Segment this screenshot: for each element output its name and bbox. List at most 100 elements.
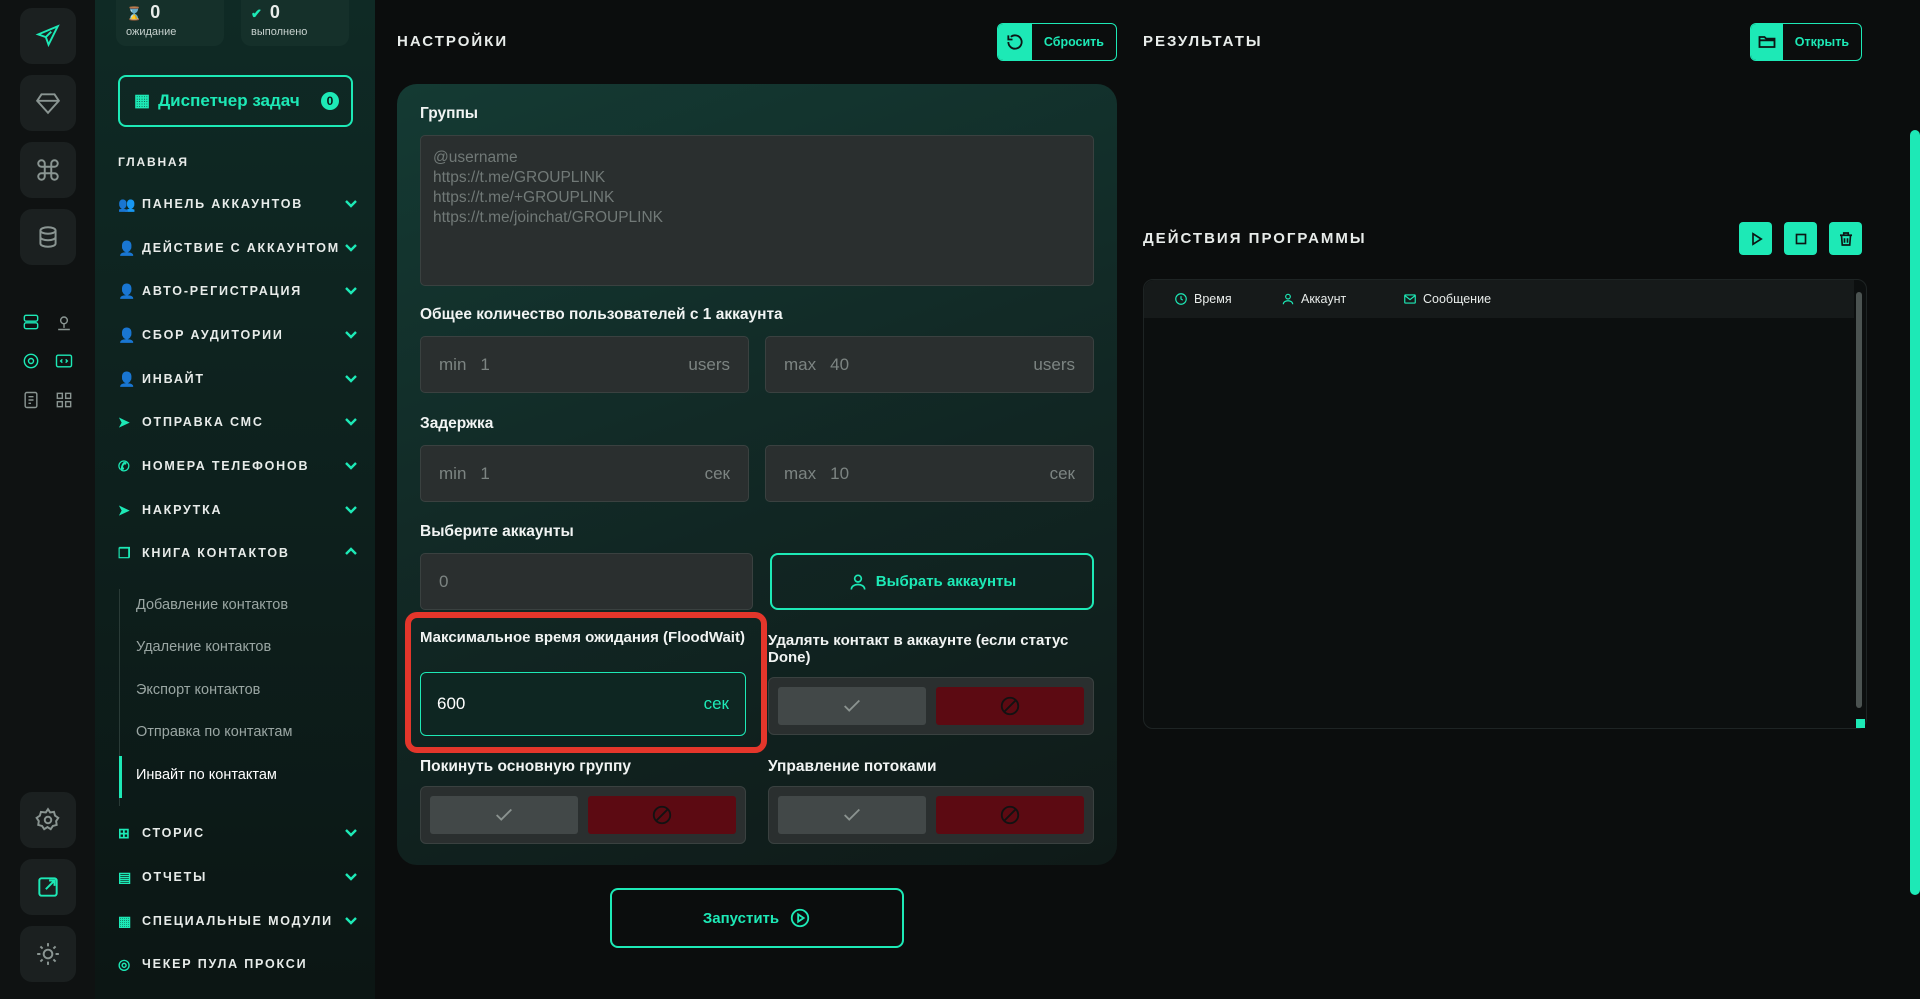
chevron-down-icon bbox=[344, 371, 358, 385]
sidebar-item-sms[interactable]: ➤ ОТПРАВКА СМС bbox=[118, 407, 358, 437]
document-icon[interactable] bbox=[20, 389, 42, 411]
task-manager-button[interactable]: ▦ Диспетчер задач 0 bbox=[118, 75, 353, 127]
users-min-input[interactable]: min 1 users bbox=[420, 336, 749, 393]
subitem-send-to-contacts[interactable]: Отправка по контактам bbox=[136, 724, 292, 740]
sidebar-item-audience-collection[interactable]: 👤 СБОР АУДИТОРИИ bbox=[118, 320, 358, 350]
sidebar-item-auto-registration[interactable]: 👤 АВТО-РЕГИСТРАЦИЯ bbox=[118, 276, 358, 306]
external-link-icon[interactable] bbox=[20, 859, 76, 915]
subitem-invite-contacts[interactable]: Инвайт по контактам bbox=[136, 767, 277, 783]
check-icon bbox=[844, 699, 860, 712]
users-max-value: 40 bbox=[830, 354, 850, 374]
submenu-active-marker bbox=[119, 756, 122, 798]
column-message: Сообщение bbox=[1403, 292, 1491, 306]
grid-icon[interactable] bbox=[53, 389, 75, 411]
run-button[interactable]: Запустить bbox=[610, 888, 904, 948]
leave-group-label: Покинуть основную группу bbox=[420, 758, 631, 775]
telegram-send-icon[interactable] bbox=[20, 8, 76, 64]
sidebar-item-label: НАКРУТКА bbox=[142, 503, 223, 517]
check-icon bbox=[496, 808, 512, 821]
delay-min-input[interactable]: min 1 сек bbox=[420, 445, 749, 502]
settings-icon[interactable] bbox=[20, 792, 76, 848]
clear-button[interactable] bbox=[1829, 222, 1862, 255]
sidebar-item-proxy-checker[interactable]: ◎ ЧЕКЕР ПУЛА ПРОКСИ bbox=[118, 949, 358, 979]
floodwait-value: 600 bbox=[437, 694, 466, 713]
users-max-input[interactable]: max 40 users bbox=[765, 336, 1094, 393]
ban-icon bbox=[1000, 805, 1020, 825]
chevron-up-icon bbox=[344, 545, 358, 559]
check-icon bbox=[844, 808, 860, 821]
sidebar-item-accounts-panel[interactable]: 👥 ПАНЕЛЬ АККАУНТОВ bbox=[118, 189, 358, 219]
task-count-badge: 0 bbox=[321, 92, 339, 110]
sidebar-item-contact-book[interactable]: ❐ КНИГА КОНТАКТОВ bbox=[118, 538, 358, 568]
toggle-yes-button[interactable] bbox=[778, 687, 926, 725]
chevron-down-icon bbox=[344, 196, 358, 210]
sidebar-item-label: НОМЕРА ТЕЛЕФОНОВ bbox=[142, 459, 310, 473]
sidebar-item-special-modules[interactable]: ▦ СПЕЦИАЛЬНЫЕ МОДУЛИ bbox=[118, 906, 358, 936]
subitem-add-contacts[interactable]: Добавление контактов bbox=[136, 597, 288, 613]
command-icon[interactable] bbox=[20, 142, 76, 198]
select-accounts-button[interactable]: Выбрать аккаунты bbox=[770, 553, 1094, 610]
database-icon[interactable] bbox=[20, 209, 76, 265]
toggle-no-button[interactable] bbox=[588, 796, 736, 834]
reset-button[interactable]: Сбросить bbox=[997, 23, 1117, 61]
chevron-down-icon bbox=[344, 283, 358, 297]
user-plus-icon: 👤 bbox=[118, 282, 138, 299]
done-stat: ✔ 0 выполнено bbox=[241, 0, 349, 46]
sidebar-item-reports[interactable]: ▤ ОТЧЕТЫ bbox=[118, 862, 358, 892]
code-window-icon[interactable] bbox=[53, 350, 75, 372]
pending-label: ожидание bbox=[126, 26, 177, 38]
sidebar-item-label: СПЕЦИАЛЬНЫЕ МОДУЛИ bbox=[142, 914, 333, 928]
icon-rail bbox=[0, 0, 95, 999]
play-circle-icon bbox=[790, 908, 810, 928]
subitem-delete-contacts[interactable]: Удаление контактов bbox=[136, 639, 271, 655]
toggle-no-button[interactable] bbox=[936, 687, 1084, 725]
play-button[interactable] bbox=[1739, 222, 1772, 255]
location-icon[interactable] bbox=[53, 311, 75, 333]
sidebar-item-invite[interactable]: 👤 ИНВАЙТ bbox=[118, 364, 358, 394]
settings-gear-small-icon[interactable] bbox=[20, 350, 42, 372]
threads-label: Управление потоками bbox=[768, 758, 937, 775]
results-title: РЕЗУЛЬТАТЫ bbox=[1143, 33, 1263, 50]
server-icon[interactable] bbox=[20, 311, 42, 333]
seconds-suffix: сек bbox=[703, 694, 729, 713]
pending-count: 0 bbox=[150, 2, 161, 22]
users-suffix: users bbox=[688, 354, 730, 374]
column-message-label: Сообщение bbox=[1423, 292, 1492, 306]
open-button[interactable]: Открыть bbox=[1750, 23, 1862, 61]
toggle-yes-button[interactable] bbox=[430, 796, 578, 834]
stop-button[interactable] bbox=[1784, 222, 1817, 255]
log-scrollbar[interactable] bbox=[1856, 292, 1862, 708]
open-label: Открыть bbox=[1794, 35, 1849, 49]
pending-stat: ⌛ 0 ожидание bbox=[116, 0, 224, 46]
min-prefix: min bbox=[439, 354, 467, 374]
toggle-no-button[interactable] bbox=[936, 796, 1084, 834]
done-count: 0 bbox=[269, 2, 280, 22]
sidebar-item-stories[interactable]: ⊞ СТОРИС bbox=[118, 818, 358, 848]
sun-icon[interactable] bbox=[20, 926, 76, 982]
user-list-icon: 👤 bbox=[118, 326, 138, 343]
sidebar-item-label: СТОРИС bbox=[142, 826, 205, 840]
seconds-suffix: сек bbox=[1049, 463, 1075, 483]
delay-max-input[interactable]: max 10 сек bbox=[765, 445, 1094, 502]
sidebar: ⌛ 0 ожидание ✔ 0 выполнено ▦ Диспетчер зад… bbox=[95, 0, 375, 999]
hourglass-icon: ⌛ bbox=[126, 6, 143, 21]
column-time: Время bbox=[1174, 292, 1232, 306]
chevron-down-icon bbox=[344, 825, 358, 839]
page-scrollbar[interactable] bbox=[1910, 130, 1920, 895]
sidebar-item-phone-numbers[interactable]: ✆ НОМЕРА ТЕЛЕФОНОВ bbox=[118, 451, 358, 481]
max-prefix: max bbox=[784, 463, 817, 483]
floodwait-input[interactable]: 600 сек bbox=[420, 672, 746, 736]
subitem-export-contacts[interactable]: Экспорт контактов bbox=[136, 682, 260, 698]
user-icon bbox=[1282, 293, 1294, 305]
sidebar-item-label: ИНВАЙТ bbox=[142, 372, 205, 386]
diamond-icon[interactable] bbox=[20, 75, 76, 131]
groups-textarea[interactable]: @username https://t.me/GROUPLINK https:/… bbox=[420, 135, 1094, 286]
run-label: Запустить bbox=[702, 909, 780, 927]
toggle-yes-button[interactable] bbox=[778, 796, 926, 834]
resize-handle[interactable] bbox=[1856, 719, 1865, 728]
sidebar-item-label: КНИГА КОНТАКТОВ bbox=[142, 546, 290, 560]
sidebar-item-account-actions[interactable]: 👤 ДЕЙСТВИЕ С АККАУНТОМ bbox=[118, 233, 358, 263]
mail-icon bbox=[1404, 294, 1416, 304]
plus-square-icon: ⊞ bbox=[118, 824, 132, 841]
sidebar-item-boost[interactable]: ➤ НАКРУТКА bbox=[118, 495, 358, 525]
